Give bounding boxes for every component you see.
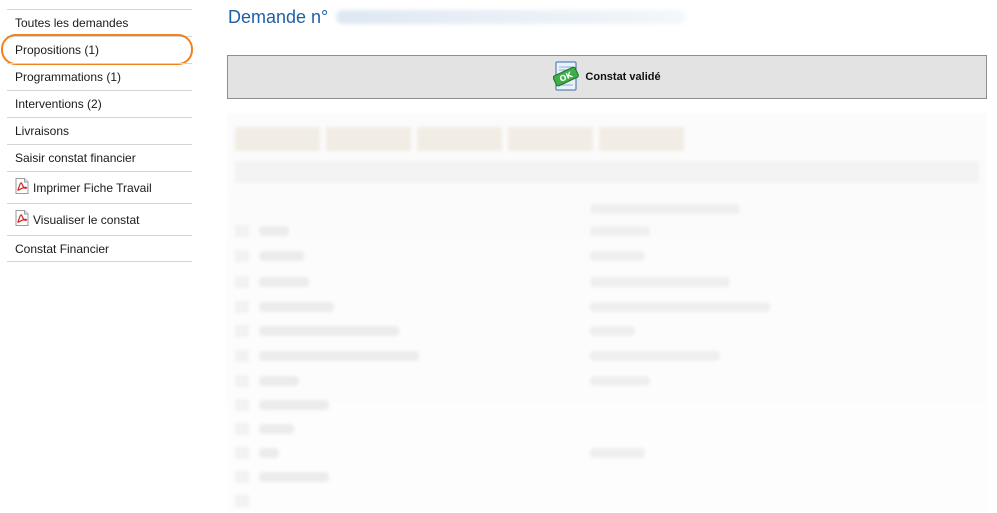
- sidebar-nav: Toutes les demandes Propositions (1) Pro…: [1, 9, 193, 262]
- obscured-tabs: [227, 127, 987, 155]
- sidebar-item-label: Interventions (2): [15, 97, 102, 111]
- sidebar-item-saisir-constat-financier[interactable]: Saisir constat financier: [7, 144, 192, 171]
- sidebar-item-label: Propositions (1): [15, 43, 100, 57]
- page-title: Demande n°: [228, 6, 329, 27]
- sidebar-item-programmations[interactable]: Programmations (1): [7, 63, 192, 90]
- sidebar-item-label: Programmations (1): [15, 70, 122, 84]
- obscured-details-panel: [227, 113, 987, 513]
- sidebar-item-label: Saisir constat financier: [15, 151, 136, 165]
- sidebar-item-label: Imprimer Fiche Travail: [33, 180, 152, 195]
- sidebar-item-toutes-les-demandes[interactable]: Toutes les demandes: [7, 9, 192, 36]
- sidebar-item-constat-financier[interactable]: Constat Financier: [7, 235, 192, 262]
- sidebar-item-interventions[interactable]: Interventions (2): [7, 90, 192, 117]
- sidebar-item-imprimer-fiche-travail[interactable]: Imprimer Fiche Travail: [7, 171, 192, 203]
- pdf-icon: [15, 209, 29, 226]
- status-banner: OK Constat validé: [227, 55, 987, 99]
- page-title-row: Demande n°: [228, 6, 687, 28]
- status-label: Constat validé: [585, 71, 661, 83]
- sidebar-item-label: Constat Financier: [15, 241, 110, 256]
- redacted-request-id: [336, 10, 687, 24]
- sidebar-item-propositions[interactable]: Propositions (1): [1, 34, 193, 65]
- sidebar-item-label: Livraisons: [15, 124, 70, 138]
- sidebar-item-visualiser-le-constat[interactable]: Visualiser le constat: [7, 203, 192, 235]
- obscured-section-header: [235, 161, 979, 183]
- pdf-icon: [15, 177, 29, 194]
- sidebar-item-livraisons[interactable]: Livraisons: [7, 117, 192, 144]
- ok-stamp-icon: OK: [553, 61, 580, 91]
- sidebar-item-label: Visualiser le constat: [33, 212, 140, 227]
- sidebar-item-label: Toutes les demandes: [15, 16, 129, 30]
